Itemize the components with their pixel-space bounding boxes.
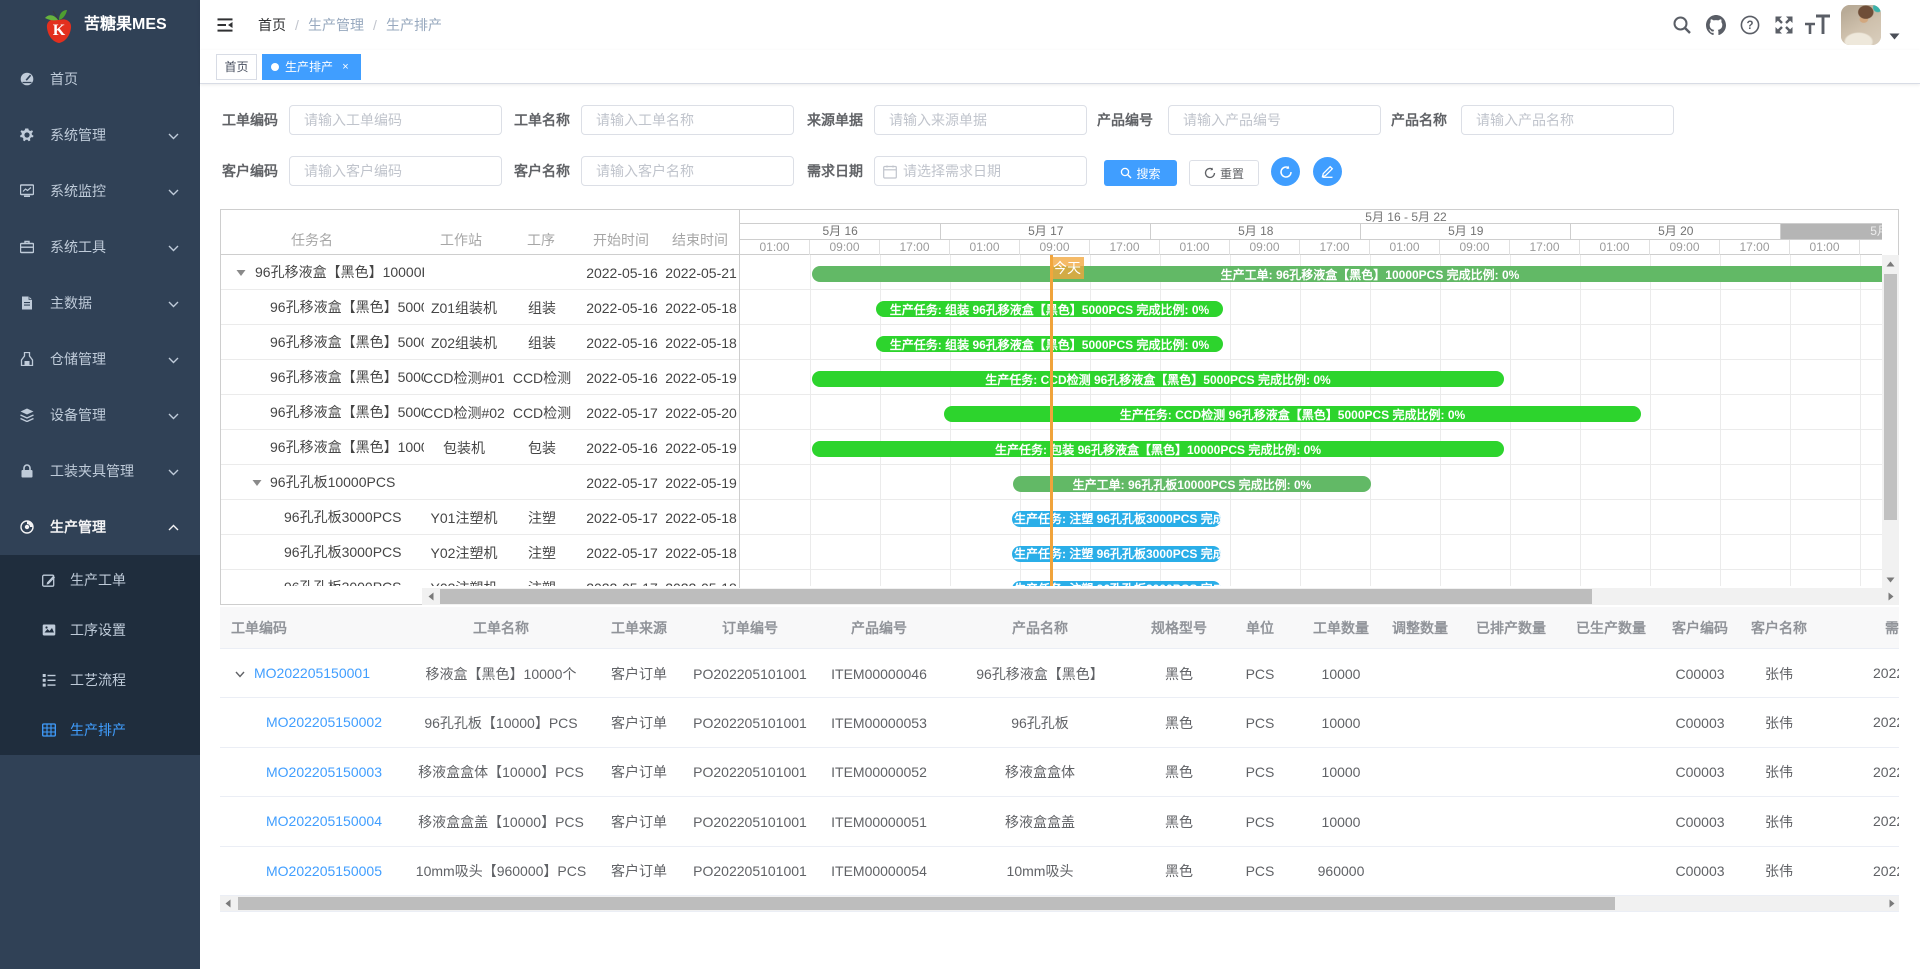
svg-text:K: K	[53, 22, 66, 39]
